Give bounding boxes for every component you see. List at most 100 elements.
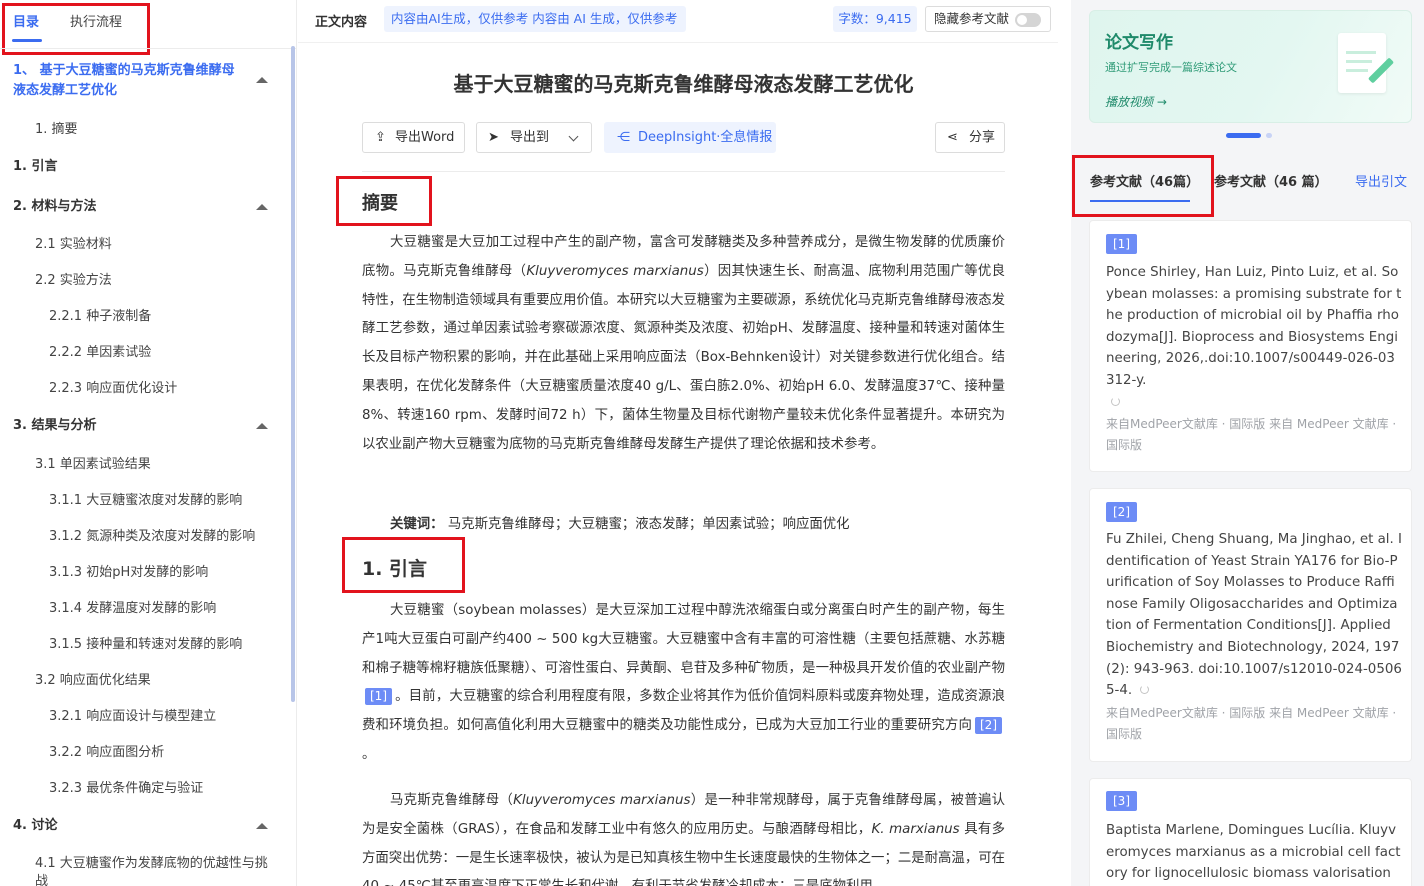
deepinsight-button[interactable]: ⋲ DeepInsight·全息情报 <box>604 122 776 153</box>
toc-item[interactable]: 3. 结果与分析 <box>0 417 290 435</box>
toc-item[interactable]: 3.1.4 发酵温度对发酵的影响 <box>0 600 290 618</box>
reference-source: 来自MedPeer文献库 · 国际版 来自 MedPeer 文献库 · 国际版 <box>1106 706 1397 741</box>
highlight-box <box>336 176 432 226</box>
highlight-box <box>342 537 465 593</box>
toc-item[interactable]: 2.2.1 种子液制备 <box>0 308 290 326</box>
export-citation-link[interactable]: 导出引文 <box>1355 171 1407 190</box>
collapse-caret-icon[interactable] <box>256 77 268 83</box>
reference-text: Fu Zhilei, Cheng Shuang, Ma Jinghao, et … <box>1106 532 1402 699</box>
toc-item[interactable]: 3.2.3 最优条件确定与验证 <box>0 780 290 798</box>
divider <box>0 48 296 49</box>
intro-paragraph-2: 马克斯克鲁维酵母（Kluyveromyces marxianus）是一种非常规酵… <box>362 793 1006 886</box>
toc-item-label: 1. 摘要 <box>35 122 78 137</box>
toc-item-label: 4. 讨论 <box>13 818 58 833</box>
divider <box>298 42 1058 43</box>
toc-item-label: 3.2.2 响应面图分析 <box>49 745 165 760</box>
reference-card[interactable]: [3] Baptista Marlene, Domingues Lucília.… <box>1089 778 1412 886</box>
hide-refs-label: 隐藏参考文献 <box>934 11 1010 26</box>
promo-subtitle: 通过扩写完成一篇综述论文 <box>1105 61 1237 74</box>
content-header-label: 正文内容 <box>315 15 368 30</box>
reference-card[interactable]: [2] Fu Zhilei, Cheng Shuang, Ma Jinghao,… <box>1089 488 1412 762</box>
toc-item-label: 3.1.3 初始pH对发酵的影响 <box>49 565 209 580</box>
loading-spinner-icon <box>1140 685 1150 695</box>
keywords-line: 关键词： 马克斯克鲁维酵母；大豆糖蜜；液态发酵；单因素试验；响应面优化 <box>390 512 850 532</box>
toc-item[interactable]: 2. 材料与方法 <box>0 198 290 216</box>
toc-item-label: 3.1.5 接种量和转速对发酵的影响 <box>49 637 243 652</box>
toc-panel: 目录 执行流程 1、 基于大豆糖蜜的马克斯克鲁维酵母液态发酵工艺优化 1. 摘要 1… <box>0 0 297 886</box>
content-panel: 正文内容 内容由AI生成，仅供参考 内容由 AI 生成，仅供参考 字数：9,41… <box>298 0 1058 886</box>
loading-spinner-icon <box>1111 396 1120 406</box>
toc-item[interactable]: 3.1.2 氮源种类及浓度对发酵的影响 <box>0 528 290 546</box>
toc-item[interactable]: 1. 引言 <box>0 158 290 176</box>
toc-item[interactable]: 1. 摘要 <box>0 121 290 139</box>
toc-item-label: 2.2.2 单因素试验 <box>49 345 152 360</box>
keywords: 马克斯克鲁维酵母；大豆糖蜜；液态发酵；单因素试验；响应面优化 <box>447 517 850 532</box>
share-button[interactable]: ⋖ 分享 <box>935 122 1005 153</box>
collapse-caret-icon[interactable] <box>256 823 268 829</box>
toc-item[interactable]: 3.2.1 响应面设计与模型建立 <box>0 708 290 726</box>
toc-item-label: 1. 引言 <box>13 159 58 174</box>
toggle-switch[interactable] <box>1015 13 1041 27</box>
refs-tab-2[interactable]: 参考文献（46 篇） <box>1214 171 1328 190</box>
toc-item[interactable]: 2.1 实验材料 <box>0 236 290 254</box>
reference-text: Baptista Marlene, Domingues Lucília. Klu… <box>1106 823 1401 882</box>
toc-item[interactable]: 3.2 响应面优化结果 <box>0 672 290 690</box>
toc-item-label: 4.1 大豆糖蜜作为发酵底物的优越性与挑战 <box>35 856 268 886</box>
highlight-box <box>1072 155 1214 217</box>
carousel-dot[interactable] <box>1266 133 1272 138</box>
toc-item-label: 2.2.3 响应面优化设计 <box>49 381 178 396</box>
toc-item-label: 3.2.3 最优条件确定与验证 <box>49 781 204 796</box>
toc-item-label: 3.1.4 发酵温度对发酵的影响 <box>49 601 217 616</box>
toc-item[interactable]: 2.2 实验方法 <box>0 272 290 290</box>
toc-item[interactable]: 2.2.3 响应面优化设计 <box>0 380 290 398</box>
hide-refs-toggle[interactable]: 隐藏参考文献 <box>925 6 1051 32</box>
keywords-label: 关键词： <box>390 517 444 532</box>
collapse-caret-icon[interactable] <box>256 423 268 429</box>
toc-item[interactable]: 4. 讨论 <box>0 817 290 835</box>
toc-item[interactable]: 3.1.5 接种量和转速对发酵的影响 <box>0 636 290 654</box>
toc-item-label: 3.1.2 氮源种类及浓度对发酵的影响 <box>49 529 256 544</box>
scrollbar[interactable] <box>291 46 295 702</box>
ai-notice: 内容由AI生成，仅供参考 内容由 AI 生成，仅供参考 <box>384 6 686 32</box>
toc-item-label: 2. 材料与方法 <box>13 199 97 214</box>
promo-title: 论文写作 <box>1105 33 1173 53</box>
document-pencil-icon <box>1338 33 1395 93</box>
toc-item-label: 1、 基于大豆糖蜜的马克斯克鲁维酵母液态发酵工艺优化 <box>13 63 235 98</box>
collapse-caret-icon[interactable] <box>256 204 268 210</box>
promo-banner[interactable]: 论文写作 通过扩写完成一篇综述论文 播放视频 → <box>1089 10 1412 123</box>
share-icon: ⋖ <box>947 130 958 145</box>
export-word-button[interactable]: ⇪ 导出Word <box>362 122 465 153</box>
share-nodes-icon: ⋲ <box>617 130 630 145</box>
toc-item-label: 2.2 实验方法 <box>35 273 112 288</box>
toc-item-label: 3.2.1 响应面设计与模型建立 <box>49 709 217 724</box>
play-video-link[interactable]: 播放视频 → <box>1105 93 1167 110</box>
toc-item-label: 2.1 实验材料 <box>35 237 112 252</box>
toc-item[interactable]: 2.2.2 单因素试验 <box>0 344 290 362</box>
reference-text: Ponce Shirley, Han Luiz, Pinto Luiz, et … <box>1106 262 1402 413</box>
abstract-paragraph: 大豆糖蜜是大豆加工过程中产生的副产物，富含可发酵糖类及多种营养成分，是微生物发酵… <box>362 235 1006 452</box>
chevron-down-icon <box>568 131 579 142</box>
toc-item-label: 2.2.1 种子液制备 <box>49 309 152 324</box>
toc-item[interactable]: 3.2.2 响应面图分析 <box>0 744 290 762</box>
upload-icon: ⇪ <box>375 130 386 145</box>
toc-item[interactable]: 4.1 大豆糖蜜作为发酵底物的优越性与挑战 <box>0 855 290 886</box>
toc-item[interactable]: 3.1 单因素试验结果 <box>0 456 290 474</box>
divider <box>362 171 1005 172</box>
reference-number: [3] <box>1106 791 1137 811</box>
toc-item-label: 3.1.1 大豆糖蜜浓度对发酵的影响 <box>49 493 243 508</box>
toc-item-label: 3.2 响应面优化结果 <box>35 673 151 688</box>
citation-link[interactable]: [1] <box>365 688 392 706</box>
send-icon: ➤ <box>488 130 499 145</box>
toc-item[interactable]: 1、 基于大豆糖蜜的马克斯克鲁维酵母液态发酵工艺优化 <box>0 61 290 101</box>
toc-item[interactable]: 3.1.1 大豆糖蜜浓度对发酵的影响 <box>0 492 290 510</box>
toc-item-label: 3. 结果与分析 <box>13 418 97 433</box>
carousel-dot-active[interactable] <box>1226 133 1261 138</box>
document-title: 基于大豆糖蜜的马克斯克鲁维酵母液态发酵工艺优化 <box>453 72 914 96</box>
export-to-button[interactable]: ➤ 导出到 <box>476 122 592 153</box>
citation-link[interactable]: [2] <box>975 717 1002 735</box>
word-count: 字数：9,415 <box>833 6 917 32</box>
reference-card[interactable]: [1] Ponce Shirley, Han Luiz, Pinto Luiz,… <box>1089 220 1412 472</box>
references-panel: 论文写作 通过扩写完成一篇综述论文 播放视频 → 参考文献（46篇） 参考文献（… <box>1071 0 1424 886</box>
intro-paragraph-1: 大豆糖蜜（soybean molasses）是大豆深加工过程中醇洗浓缩蛋白或分离… <box>362 603 1005 762</box>
toc-item[interactable]: 3.1.3 初始pH对发酵的影响 <box>0 564 290 582</box>
